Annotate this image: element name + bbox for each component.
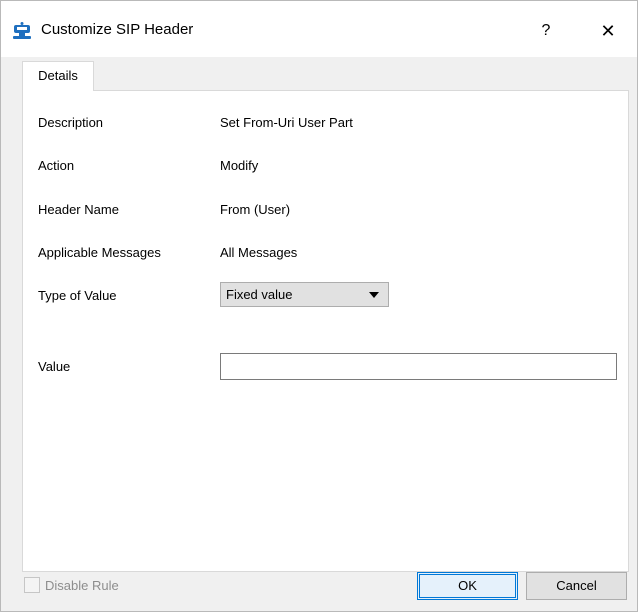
chevron-down-icon [369,292,379,298]
ok-focus-ring [419,574,516,598]
applicable-messages-value: All Messages [220,245,298,260]
cancel-button[interactable]: Cancel [526,572,627,600]
action-label: Action [38,158,75,173]
title-bar: Customize SIP Header ? ✕ [1,1,637,57]
type-of-value-label: Type of Value [38,288,117,303]
description-value: Set From-Uri User Part [220,115,353,130]
cancel-label: Cancel [556,578,597,593]
header-name-label: Header Name [38,202,119,217]
sip-header-app-icon [12,22,32,40]
help-button[interactable]: ? [531,17,561,45]
type-of-value-selected: Fixed value [226,287,293,302]
value-input[interactable] [220,353,617,380]
action-value: Modify [220,158,259,173]
window-title: Customize SIP Header [41,21,194,38]
header-name-value: From (User) [220,202,291,217]
close-button[interactable]: ✕ [591,17,625,45]
tab-details[interactable]: Details [22,61,94,91]
value-label: Value [38,359,71,374]
details-panel: Description Set From-Uri User Part Actio… [22,90,629,572]
type-of-value-select[interactable]: Fixed value [220,282,389,307]
description-label: Description [38,115,104,130]
customize-sip-header-dialog: Customize SIP Header ? ✕ Details Descrip… [0,0,638,612]
disable-rule-checkbox[interactable] [24,577,40,593]
applicable-messages-label: Applicable Messages [38,245,161,260]
ok-button[interactable]: OK [417,572,518,600]
disable-rule-label: Disable Rule [45,578,119,593]
